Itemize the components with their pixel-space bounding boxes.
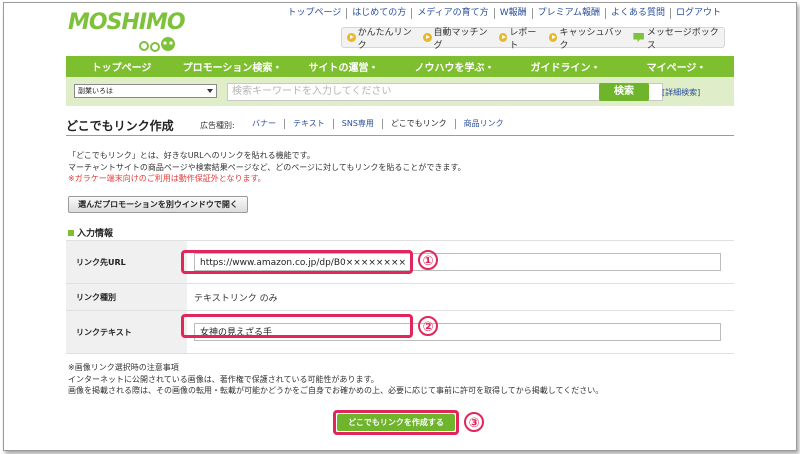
logo-mascot-icon: [139, 37, 175, 52]
nav-top-page[interactable]: トップページ: [66, 59, 177, 74]
quick-link-label: メッセージボックス: [646, 27, 719, 51]
link-type-label: リンク種別: [66, 283, 187, 311]
notes-line: ※画像リンク選択時の注意事項: [68, 363, 179, 372]
quick-link-auto-matching[interactable]: 自動マッチング: [422, 25, 494, 51]
adtype-tabs: バナー テキスト SNS専用 どこでもリンク 商品リンク: [244, 119, 512, 129]
top-link-premium-reward[interactable]: プレミアム報酬: [531, 8, 605, 19]
quick-link-easy-link[interactable]: かんたんリンク: [347, 25, 418, 51]
play-circle-icon: [498, 33, 508, 42]
description-line: マーチャントサイトの商品ページや検索結果ページなど、どのページに対してもリンクを…: [68, 162, 466, 172]
top-link-beginners[interactable]: はじめての方: [346, 8, 411, 19]
annotation-number-1: ①: [418, 250, 438, 270]
tab-anywhere-link[interactable]: どこでもリンク: [381, 119, 455, 129]
nav-my-page[interactable]: マイページ・: [621, 59, 732, 74]
site-select[interactable]: 副業いろは: [74, 84, 217, 98]
image-notes: ※画像リンク選択時の注意事項 インターネットに公開されている画像は、著作権で保護…: [68, 362, 603, 397]
notes-line: 画像を掲載される際は、その画像の転用・転載が可能かどうかをご自身でお確かめの上、…: [68, 386, 604, 395]
link-text-label: リンクテキスト: [66, 310, 187, 354]
search-bar: 副業いろは 検索キーワードを入力してください 検索 [詳細検索]: [66, 77, 734, 106]
top-link-w-reward[interactable]: W報酬: [493, 8, 532, 19]
description-line: 「どこでもリンク」とは、好きなURLへのリンクを貼れる機能です。: [68, 151, 315, 160]
quick-link-label: 自動マッチング: [433, 27, 488, 51]
top-link-faq[interactable]: よくある質問: [604, 8, 670, 19]
notes-line: インターネットに公開されている画像は、著作権で保護されている可能性があります。: [68, 374, 379, 384]
highlight-url-field: [181, 250, 413, 274]
main-nav: トップページ プロモーション検索・ サイトの運営・ ノウハウを学ぶ・ ガイドライ…: [66, 56, 734, 77]
square-bullet-icon: [68, 230, 74, 236]
adtype-label: 広告種別:: [200, 121, 235, 130]
top-link-media-growth[interactable]: メディアの育て方: [411, 8, 493, 19]
moshimo-logo[interactable]: MOSHIMO: [68, 10, 208, 52]
annotation-number-3: ③: [464, 412, 484, 432]
link-type-value: テキストリンク のみ: [187, 283, 734, 311]
quick-link-cashback[interactable]: キャッシュバック: [548, 25, 629, 51]
nav-know-how[interactable]: ノウハウを学ぶ・: [399, 59, 510, 74]
highlight-link-text-field: [181, 314, 413, 338]
section-title-text: 入力情報: [77, 229, 114, 239]
title-row: どこでもリンク作成 広告種別: バナー テキスト SNS専用 どこでもリンク 商…: [66, 113, 734, 136]
chevron-down-icon: [207, 89, 213, 93]
description: 「どこでもリンク」とは、好きなURLへのリンクを貼れる機能です。 マーチャントサ…: [68, 150, 466, 185]
section-title: 入力情報: [68, 226, 113, 239]
top-links: トップページ はじめての方 メディアの育て方 W報酬 プレミアム報酬 よくある質…: [282, 8, 726, 19]
top-link-home[interactable]: トップページ: [282, 8, 346, 19]
top-link-logout[interactable]: ログアウト: [669, 8, 726, 19]
tab-product-link[interactable]: 商品リンク: [454, 119, 512, 129]
tab-text[interactable]: テキスト: [284, 119, 333, 129]
tab-banner[interactable]: バナー: [244, 119, 284, 129]
tab-sns[interactable]: SNS専用: [332, 119, 382, 129]
quick-links-bar: かんたんリンク 自動マッチング レポート キャッシュバック メッセージボックス: [341, 25, 725, 51]
play-circle-icon: [422, 33, 432, 42]
quick-link-label: レポート: [509, 27, 537, 51]
quick-link-label: かんたんリンク: [357, 27, 412, 51]
play-circle-icon: [548, 33, 558, 42]
url-label: リンク先URL: [66, 240, 187, 284]
nav-promotion-search[interactable]: プロモーション検索・: [177, 59, 288, 74]
site-select-value: 副業いろは: [78, 87, 113, 95]
create-link-button[interactable]: どこでもリンクを作成する: [337, 414, 455, 431]
annotation-number-2: ②: [418, 316, 438, 336]
warning-text: ※ガラケー端末向けのご利用は動作保証外となります。: [68, 174, 266, 183]
quick-link-message-box[interactable]: メッセージボックス: [633, 25, 724, 51]
advanced-search-link[interactable]: [詳細検索]: [662, 87, 700, 98]
quick-link-report[interactable]: レポート: [498, 25, 544, 51]
speech-bubble-icon: [633, 32, 644, 43]
nav-site-management[interactable]: サイトの運営・: [288, 59, 399, 74]
quick-link-label: キャッシュバック: [559, 27, 623, 51]
nav-guidelines[interactable]: ガイドライン・: [510, 59, 621, 74]
play-circle-icon: [347, 33, 356, 42]
search-button[interactable]: 検索: [599, 83, 649, 101]
open-promotion-button[interactable]: 選んだプロモーションを別ウインドウで開く: [68, 196, 248, 213]
page-title: どこでもリンク作成: [66, 119, 174, 133]
search-input[interactable]: 検索キーワードを入力してください: [227, 83, 663, 101]
